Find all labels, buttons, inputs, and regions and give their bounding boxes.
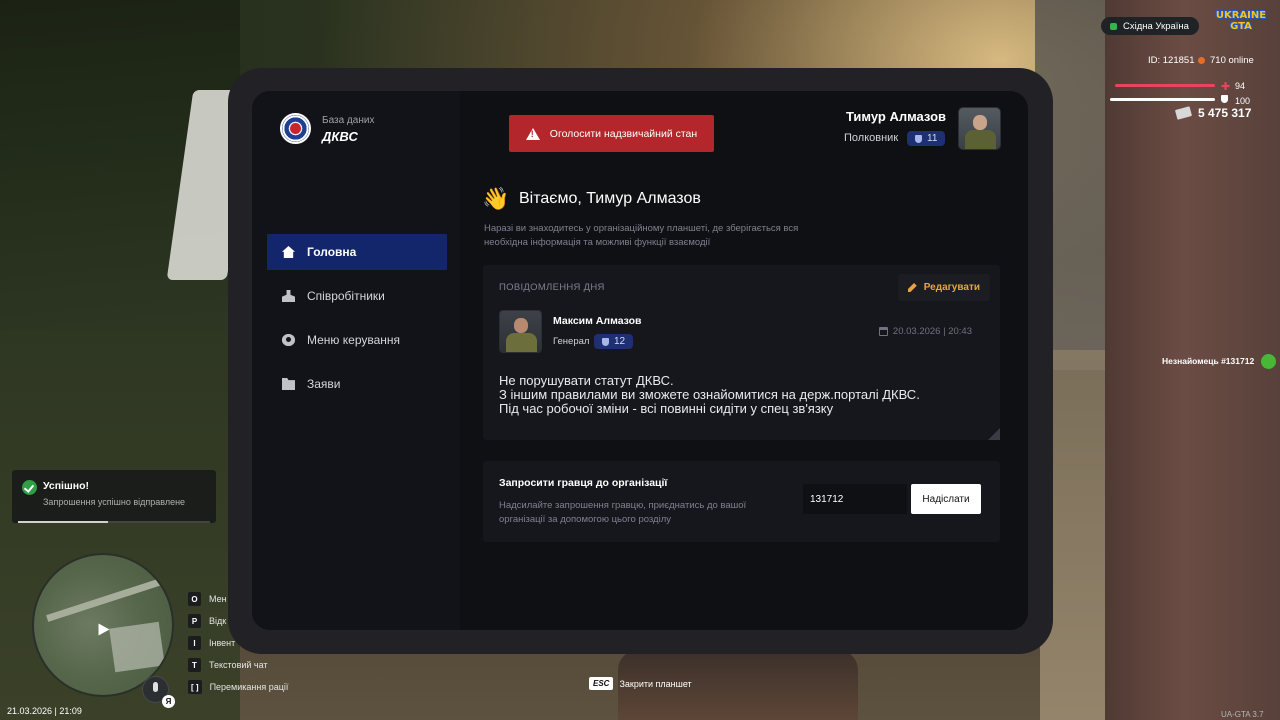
health-bar (1115, 84, 1215, 87)
tablet-screen: База даних ДКВС Оголосити надзвичайний с… (252, 91, 1028, 630)
close-tablet-hint: ESC Закрити планшет (589, 677, 692, 690)
sidebar-item-employees[interactable]: Співробітники (267, 278, 447, 314)
message-date: 20.03.2026 | 20:43 (878, 326, 972, 337)
key-label: Мен (209, 594, 227, 604)
key-label: Текстовий чат (209, 660, 268, 670)
resize-handle-icon[interactable] (988, 428, 1000, 440)
user-rank: Полковник (844, 132, 899, 144)
users-icon (282, 290, 295, 302)
speaking-mic-icon (1261, 354, 1276, 369)
region-icon (1110, 22, 1117, 30)
sidebar-item-label: Меню керування (307, 333, 401, 347)
edit-motd-button[interactable]: Редагувати (897, 274, 990, 301)
player-id: ID: 121851 (1148, 55, 1195, 66)
esc-key: ESC (589, 677, 614, 690)
invite-description: Надсилайте запрошення гравцю, приєднатис… (499, 500, 747, 525)
key-label: Відк (209, 616, 227, 626)
user-avatar (958, 107, 1001, 150)
key-label: Інвент (209, 638, 236, 648)
region-indicator: Східна Україна (1101, 17, 1199, 35)
toast-progress-fill (18, 521, 109, 523)
check-icon (22, 480, 37, 495)
money-value: 5 475 317 (1198, 106, 1252, 120)
declare-emergency-label: Оголосити надзвичайний стан (549, 127, 698, 140)
declare-emergency-button[interactable]: Оголосити надзвичайний стан (509, 115, 714, 152)
health-value: 94 (1235, 81, 1246, 91)
player-id-input[interactable] (803, 484, 907, 514)
message-of-the-day-card: ПОВІДОМЛЕННЯ ДНЯ Редагувати Максим Алмаз… (483, 265, 1000, 440)
message-date-text: 20.03.2026 | 20:43 (892, 326, 972, 337)
key-label: Перемикання рації (209, 682, 289, 692)
database-label: База даних (322, 115, 375, 126)
author-name: Максим Алмазов (553, 315, 642, 327)
online-count: 710 online (1198, 55, 1254, 66)
user-level: 11 (927, 133, 938, 144)
key-hints: O Мен P Відк I Інвент T Текстовий чат [ … (188, 588, 288, 698)
author-level: 12 (614, 336, 626, 347)
health-cross-icon: ✚ (1221, 81, 1231, 93)
sidebar-item-management[interactable]: Меню керування (267, 322, 447, 358)
welcome-title: Вітаємо, Тимур Алмазов (519, 190, 701, 207)
sidebar-item-applications[interactable]: Заяви (267, 366, 447, 402)
key-hint-row: P Відк (188, 610, 288, 632)
armor-shield-icon (1221, 95, 1228, 103)
waving-hand-icon: 👋 (482, 186, 510, 211)
motd-text: Не порушувати статут ДКВС. З іншим прави… (499, 373, 920, 416)
close-tablet-label: Закрити планшет (619, 678, 692, 689)
author-level-badge: 12 (594, 334, 634, 349)
key-cap: P (188, 614, 201, 628)
game-version: UA-GTA 3.7 (1221, 710, 1264, 719)
shield-icon (915, 134, 922, 143)
home-icon (282, 246, 295, 258)
key-cap: O (188, 592, 201, 606)
toast-title: Успішно! (43, 480, 89, 492)
key-cap: I (188, 636, 201, 650)
motd-title: ПОВІДОМЛЕННЯ ДНЯ (499, 282, 605, 293)
user-name: Тимур Алмазов (845, 109, 946, 124)
edit-motd-label: Редагувати (923, 282, 980, 293)
key-cap: [ ] (188, 680, 202, 694)
author-avatar (499, 310, 542, 353)
author-rank: Генерал (553, 336, 590, 347)
toast-progress (18, 521, 210, 523)
key-hint-row: O Мен (188, 588, 288, 610)
armor-bar (1110, 98, 1215, 101)
database-name: ДКВС (322, 129, 358, 144)
armor-value: 100 (1235, 96, 1251, 106)
sidebar-item-home[interactable]: Головна (267, 234, 447, 270)
sidebar-item-label: Головна (307, 245, 357, 259)
folder-icon (282, 378, 295, 390)
key-hint-row: T Текстовий чат (188, 654, 288, 676)
success-toast: Успішно! Запрошення успішно відправлене (12, 470, 216, 523)
key-hint-row: [ ] Перемикання рації (188, 676, 288, 698)
warning-icon (525, 127, 540, 140)
pencil-icon (907, 283, 917, 292)
voice-key-badge: Я (162, 695, 175, 708)
dkvs-logo-icon (280, 113, 311, 144)
online-icon (1198, 57, 1205, 64)
online-count-text: 710 online (1210, 55, 1254, 66)
datetime: 21.03.2026 | 21:09 (7, 706, 82, 716)
player-arrow-icon (98, 623, 110, 636)
invite-player-card: Запросити гравця до організації Надсилай… (483, 461, 1000, 542)
stranger-label: Незнайомець #131712 (1162, 356, 1255, 366)
shield-icon (602, 337, 609, 346)
user-level-badge: 11 (907, 131, 946, 146)
sidebar-item-label: Співробітники (307, 289, 385, 303)
sidebar-nav: Головна Співробітники Меню керування Зая… (267, 234, 447, 410)
key-hint-row: I Інвент (188, 632, 288, 654)
ukraine-gta-logo: UKRAINE GTA (1215, 10, 1267, 32)
toast-text: Запрошення успішно відправлене (43, 497, 186, 507)
invite-title: Запросити гравця до організації (499, 477, 668, 489)
calendar-icon (878, 327, 888, 336)
gear-icon (282, 334, 295, 346)
key-cap: T (188, 658, 201, 672)
welcome-description: Наразі ви знаходитесь у організаційному … (484, 223, 799, 248)
region-name: Східна Україна (1123, 20, 1189, 32)
send-invite-button[interactable]: Надіслати (911, 484, 981, 514)
sidebar-item-label: Заяви (307, 377, 341, 391)
